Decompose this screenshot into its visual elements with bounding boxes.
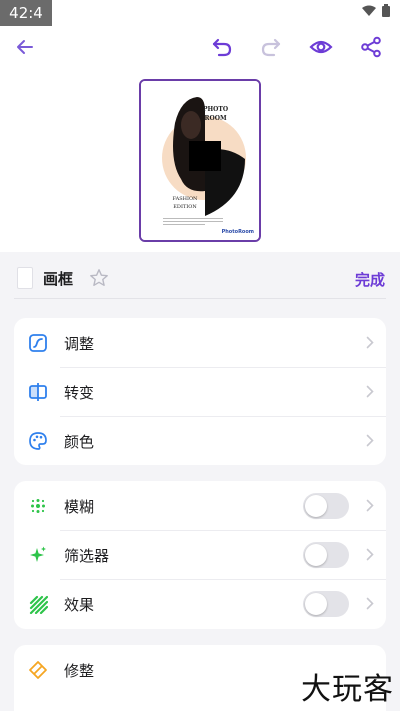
- undo-icon: [212, 38, 232, 57]
- poster-title: PHOTO ROOM: [203, 105, 228, 123]
- settings-group-effects: 模糊 筛选器 效果: [14, 481, 386, 629]
- toggle-knob: [305, 593, 327, 615]
- row-adjust[interactable]: 调整: [14, 318, 386, 367]
- share-button[interactable]: [358, 34, 384, 60]
- toggle-knob: [305, 544, 327, 566]
- poster-subtitle-line-1: FASHION: [172, 196, 198, 202]
- chevron-right-icon: [366, 548, 374, 561]
- filter-icon: [27, 544, 49, 566]
- header-divider: [14, 298, 386, 299]
- eye-icon: [309, 40, 333, 54]
- chevron-right-icon: [366, 434, 374, 447]
- battery-icon: [382, 4, 390, 17]
- sheet-title: 画框: [43, 270, 74, 288]
- preview-button[interactable]: [308, 34, 334, 60]
- trim-icon: [27, 659, 49, 681]
- settings-group-basic: 调整 转变 颜色: [14, 318, 386, 465]
- star-icon: [90, 269, 108, 286]
- row-blur-label: 模糊: [64, 498, 95, 516]
- adjust-icon: [27, 332, 49, 354]
- chevron-right-icon: [366, 499, 374, 512]
- poster-title-line-1: PHOTO: [203, 106, 229, 113]
- effects-toggle[interactable]: [303, 591, 349, 617]
- chevron-right-icon: [366, 385, 374, 398]
- effects-icon: [27, 593, 49, 615]
- favorite-button[interactable]: [89, 268, 109, 288]
- row-blur[interactable]: 模糊: [14, 481, 386, 530]
- row-filter-label: 筛选器: [64, 547, 110, 565]
- chevron-right-icon: [366, 336, 374, 349]
- status-time: 42:4: [0, 0, 52, 26]
- row-color-label: 颜色: [64, 433, 95, 451]
- poster-subtitle: FASHION EDITION: [165, 195, 205, 211]
- share-icon: [361, 36, 381, 58]
- canvas-preview[interactable]: PHOTO ROOM FASHION EDITION PhotoRoom: [139, 79, 261, 242]
- arrow-left-icon: [17, 40, 33, 54]
- row-color[interactable]: 颜色: [14, 416, 386, 465]
- row-effects-label: 效果: [64, 596, 95, 614]
- redo-icon: [261, 38, 281, 57]
- transform-icon: [27, 381, 49, 403]
- status-bar: 42:4: [0, 0, 400, 26]
- row-trim-label: 修整: [64, 662, 95, 680]
- poster-title-line-2: ROOM: [204, 115, 227, 122]
- editor-toolbar: [0, 30, 400, 64]
- row-effects[interactable]: 效果: [14, 579, 386, 628]
- blur-icon: [27, 495, 49, 517]
- row-filter[interactable]: 筛选器: [14, 530, 386, 579]
- done-button[interactable]: 完成: [355, 269, 385, 290]
- undo-button[interactable]: [209, 34, 235, 60]
- redo-button[interactable]: [258, 34, 284, 60]
- row-transform[interactable]: 转变: [14, 367, 386, 416]
- row-adjust-label: 调整: [64, 335, 95, 353]
- toggle-knob: [305, 495, 327, 517]
- back-button[interactable]: [12, 34, 38, 60]
- chevron-right-icon: [366, 597, 374, 610]
- wifi-icon: [362, 5, 376, 16]
- frame-thumbnail: [17, 267, 33, 289]
- poster-fine-print: [163, 216, 223, 230]
- palette-icon: [27, 430, 49, 452]
- filter-toggle[interactable]: [303, 542, 349, 568]
- watermark: 大玩客: [301, 672, 394, 707]
- status-icons: [362, 4, 390, 17]
- poster-brand: PhotoRoom: [221, 229, 254, 235]
- blur-toggle[interactable]: [303, 493, 349, 519]
- poster-subtitle-line-2: EDITION: [173, 204, 197, 210]
- row-transform-label: 转变: [64, 384, 95, 402]
